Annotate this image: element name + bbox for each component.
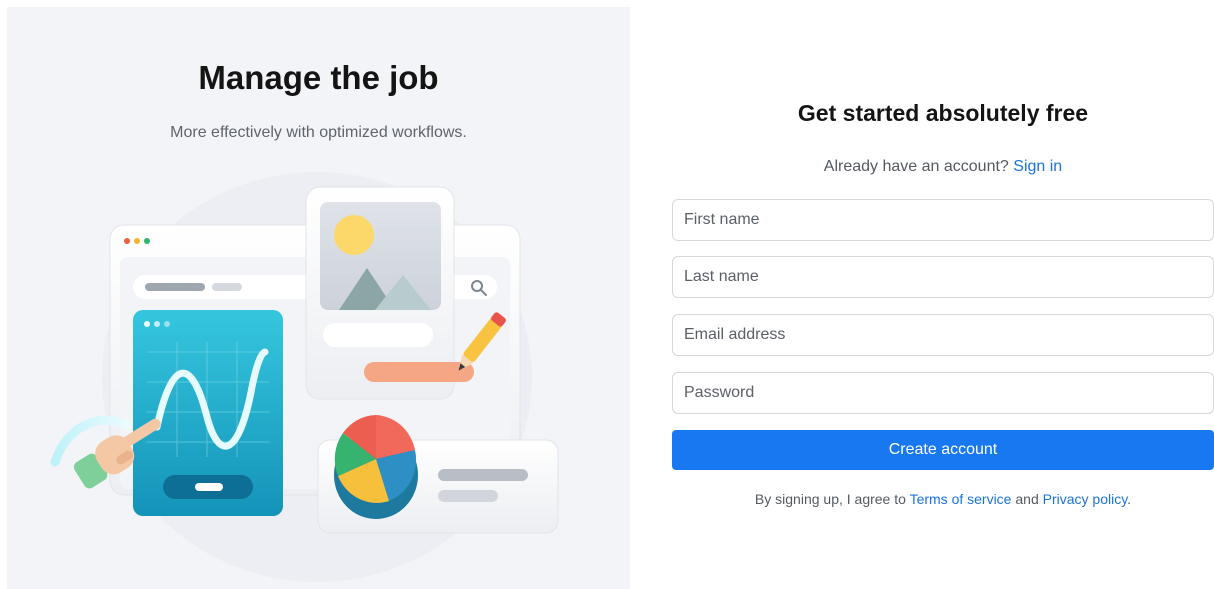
window-dot-red: [124, 238, 130, 244]
signin-prompt-line: Already have an account? Sign in: [672, 158, 1214, 176]
workflow-illustration: [50, 172, 559, 582]
window-dot-green: [144, 238, 150, 244]
last-name-input[interactable]: [672, 256, 1214, 298]
window-dot-yellow: [134, 238, 140, 244]
sun-icon: [334, 215, 374, 255]
pie-chart-icon: [334, 415, 418, 519]
chart-tablet: [133, 310, 283, 516]
terms-conjunction: and: [1015, 491, 1039, 507]
hero-panel: Manage the job More effectively with opt…: [7, 7, 630, 589]
signin-link[interactable]: Sign in: [1013, 158, 1062, 175]
terms-prefix: By signing up, I agree to: [754, 491, 906, 507]
form-title: Get started absolutely free: [797, 100, 1089, 126]
hero-subtitle: More effectively with optimized workflow…: [170, 124, 467, 141]
privacy-policy-link[interactable]: Privacy policy: [1043, 491, 1128, 507]
signup-form-panel: Get started absolutely free Already have…: [672, 0, 1214, 589]
terms-notice: By signing up, I agree to Terms of servi…: [672, 491, 1214, 507]
signin-prompt-text: Already have an account?: [823, 158, 1009, 175]
terms-suffix: .: [1127, 491, 1132, 507]
password-input[interactable]: [672, 372, 1214, 414]
create-account-button[interactable]: Create account: [672, 430, 1214, 470]
terms-of-service-link[interactable]: Terms of service: [910, 491, 1012, 507]
signup-page: Manage the job More effectively with opt…: [0, 0, 1214, 589]
hero-title: Manage the job: [198, 59, 439, 96]
image-card: [305, 186, 474, 400]
email-input[interactable]: [672, 314, 1214, 356]
first-name-input[interactable]: [672, 199, 1214, 241]
